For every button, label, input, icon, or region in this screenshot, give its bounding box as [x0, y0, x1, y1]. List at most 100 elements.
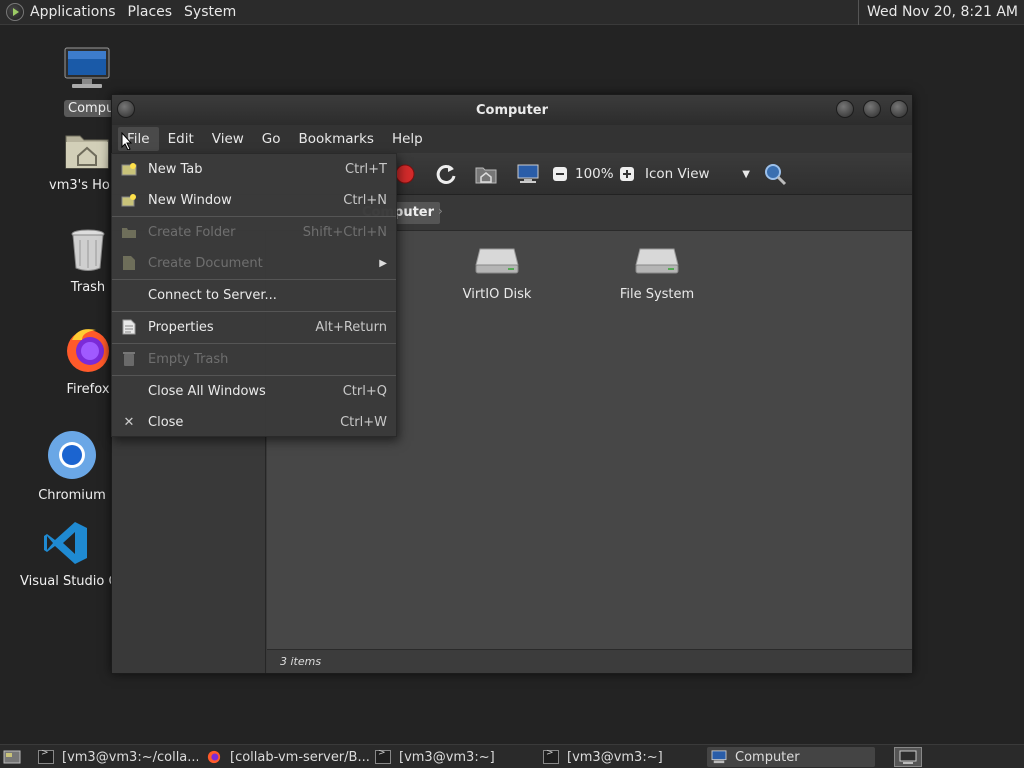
menu-item-label: Close [148, 414, 184, 430]
firefox-icon [207, 750, 221, 764]
computer-button[interactable] [516, 161, 540, 187]
window-titlebar[interactable]: Computer [112, 95, 912, 125]
clock[interactable]: Wed Nov 20, 8:21 AM [857, 0, 1018, 25]
menu-item-close-all-windows[interactable]: Close All Windows Ctrl+Q [112, 376, 396, 406]
chromium-icon [48, 431, 96, 479]
workspace-switcher[interactable] [894, 747, 922, 767]
menu-item-create-folder[interactable]: Create Folder Shift+Ctrl+N [112, 217, 396, 247]
mouse-cursor-icon [121, 132, 133, 150]
trash-icon [71, 229, 105, 271]
menu-item-label: Empty Trash [148, 351, 229, 367]
taskbar-item-computer[interactable]: Computer [707, 747, 875, 767]
taskbar-item-label: [vm3@vm3:~] [399, 749, 495, 765]
chevron-down-icon: ▼ [742, 168, 750, 180]
status-bar: 3 items [267, 649, 912, 673]
search-button[interactable] [763, 161, 787, 187]
firefox-icon [67, 329, 109, 372]
taskbar-item-terminal-3[interactable]: [vm3@vm3:~] [543, 747, 703, 767]
menu-go[interactable]: Go [253, 127, 290, 151]
zoom-out-button[interactable] [552, 161, 568, 187]
menu-item-properties[interactable]: Properties Alt+Return [112, 312, 396, 342]
properties-icon [121, 319, 137, 335]
zoom-level[interactable]: 100% [575, 161, 614, 187]
view-mode-label: Icon View [645, 166, 710, 182]
desktop-icon-chromium[interactable]: Chromium [24, 430, 120, 503]
menubar: File Edit View Go Bookmarks Help [112, 125, 912, 153]
terminal-icon [543, 748, 559, 764]
file-item-virtio-disk[interactable]: VirtIO Disk [437, 245, 557, 302]
show-desktop-button[interactable] [3, 747, 23, 767]
menu-item-label: Close All Windows [148, 383, 266, 399]
stop-button[interactable] [395, 161, 415, 187]
system-menu[interactable]: System [178, 0, 242, 25]
menu-item-accel: Ctrl+Q [342, 383, 387, 399]
desktop-icon-vscode[interactable]: Visual Studio Code [20, 520, 112, 589]
create-document-icon [121, 255, 137, 271]
menu-item-label: New Tab [148, 161, 203, 177]
view-mode-select[interactable]: Icon View ▼ [645, 161, 750, 187]
menu-item-connect-to-server[interactable]: Connect to Server... [112, 280, 396, 310]
menu-item-accel: Shift+Ctrl+N [302, 224, 387, 240]
menu-view[interactable]: View [203, 127, 253, 151]
vscode-icon [44, 522, 87, 564]
menu-item-label: New Window [148, 192, 232, 208]
menu-item-accel: Ctrl+T [345, 161, 387, 177]
menu-help[interactable]: Help [383, 127, 432, 151]
new-window-icon [121, 192, 137, 208]
computer-icon [711, 750, 727, 764]
window-title: Computer [475, 102, 549, 118]
home-button[interactable] [475, 161, 497, 187]
stop-icon [395, 164, 415, 184]
reload-icon [436, 164, 456, 184]
menu-item-empty-trash[interactable]: Empty Trash [112, 344, 396, 374]
menu-item-close[interactable]: ✕ Close Ctrl+W [112, 407, 396, 437]
empty-trash-icon [121, 351, 137, 367]
desktop-icon-label: Chromium [38, 488, 106, 503]
taskbar-item-firefox[interactable]: [collab-vm-server/B... [206, 747, 370, 767]
breadcrumb-next-icon[interactable]: › [438, 204, 443, 218]
taskbar-item-terminal-1[interactable]: [vm3@vm3:~/colla... [38, 747, 198, 767]
taskbar-item-label: [collab-vm-server/B... [230, 749, 370, 765]
menu-item-new-tab[interactable]: New Tab Ctrl+T [112, 154, 396, 184]
taskbar-item-label: [vm3@vm3:~] [567, 749, 663, 765]
menu-item-create-document[interactable]: Create Document ▶ [112, 248, 396, 278]
taskbar-item-label: [vm3@vm3:~/colla... [62, 749, 198, 765]
home-folder-icon [65, 135, 109, 169]
terminal-icon [375, 748, 391, 764]
zoom-in-button[interactable] [619, 161, 635, 187]
submenu-arrow-icon: ▶ [379, 257, 387, 269]
terminal-icon [38, 748, 54, 764]
taskbar: [vm3@vm3:~/colla... [collab-vm-server/B.… [0, 744, 1024, 768]
window-menu-button[interactable] [117, 100, 135, 118]
close-window-button[interactable] [890, 100, 908, 118]
applications-menu[interactable]: Applications [0, 0, 122, 25]
menu-item-accel: Ctrl+N [343, 192, 387, 208]
menu-item-label: Connect to Server... [148, 287, 277, 303]
menu-item-label: Create Document [148, 255, 263, 271]
zoom-in-icon [620, 167, 634, 181]
reload-button[interactable] [435, 161, 457, 187]
workspace-icon [899, 750, 917, 764]
file-item-file-system[interactable]: File System [597, 245, 717, 302]
computer-icon [64, 47, 110, 88]
file-menu-dropdown: New Tab Ctrl+T New Window Ctrl+N Create … [111, 153, 397, 437]
menu-item-accel: Alt+Return [315, 319, 387, 335]
minimize-button[interactable] [836, 100, 854, 118]
top-panel: Applications Places System Wed Nov 20, 8… [0, 0, 1024, 25]
drive-icon [635, 248, 679, 274]
close-icon: ✕ [123, 414, 135, 430]
drive-icon [475, 248, 519, 274]
taskbar-item-terminal-2[interactable]: [vm3@vm3:~] [375, 747, 535, 767]
show-desktop-icon [3, 750, 21, 764]
menu-edit[interactable]: Edit [159, 127, 203, 151]
menu-item-label: Create Folder [148, 224, 236, 240]
search-icon [765, 164, 787, 186]
menu-bookmarks[interactable]: Bookmarks [290, 127, 383, 151]
zoom-out-icon [553, 167, 567, 181]
create-folder-icon [121, 224, 137, 240]
menu-item-new-window[interactable]: New Window Ctrl+N [112, 185, 396, 215]
places-menu[interactable]: Places [122, 0, 179, 25]
home-icon [475, 167, 497, 184]
taskbar-item-label: Computer [735, 749, 800, 765]
maximize-button[interactable] [863, 100, 881, 118]
